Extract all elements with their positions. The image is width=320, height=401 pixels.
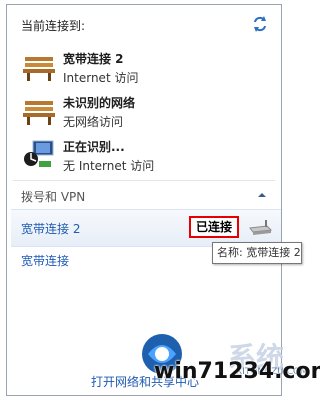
network-status: 无 Internet 访问 xyxy=(63,159,155,173)
section-divider xyxy=(13,180,275,181)
flyout-header: 当前连接到: xyxy=(7,5,281,45)
chevron-up-icon[interactable] xyxy=(257,190,267,200)
modem-icon xyxy=(249,220,273,235)
bench-network-icon xyxy=(23,57,55,81)
refresh-icon[interactable] xyxy=(251,15,269,33)
current-connections-label: 当前连接到: xyxy=(21,19,86,33)
identifying-network-icon xyxy=(24,140,54,167)
vpn-connection-item[interactable]: 宽带连接 xyxy=(21,252,69,269)
watermark-text: win71234.com xyxy=(154,359,320,384)
connection-name: 宽带连接 2 xyxy=(21,222,81,236)
network-item[interactable]: 正在识别... 无 Internet 访问 xyxy=(17,135,267,177)
bench-network-icon xyxy=(23,101,55,125)
network-name: 未识别的网络 xyxy=(63,96,136,110)
network-item[interactable]: 宽带连接 2 Internet 访问 xyxy=(17,47,267,89)
section-title: 拨号和 VPN xyxy=(21,190,86,204)
connection-name-tooltip: 名称: 宽带连接 2 xyxy=(212,242,302,264)
network-item[interactable]: 未识别的网络 无网络访问 xyxy=(17,91,267,133)
network-name: 正在识别... xyxy=(63,140,125,154)
dialup-vpn-section-header[interactable]: 拨号和 VPN xyxy=(7,183,281,209)
network-status: 无网络访问 xyxy=(63,115,124,129)
network-name: 宽带连接 2 xyxy=(63,52,124,66)
connected-status-badge[interactable]: 已连接 xyxy=(189,216,239,238)
network-status: Internet 访问 xyxy=(63,71,139,85)
